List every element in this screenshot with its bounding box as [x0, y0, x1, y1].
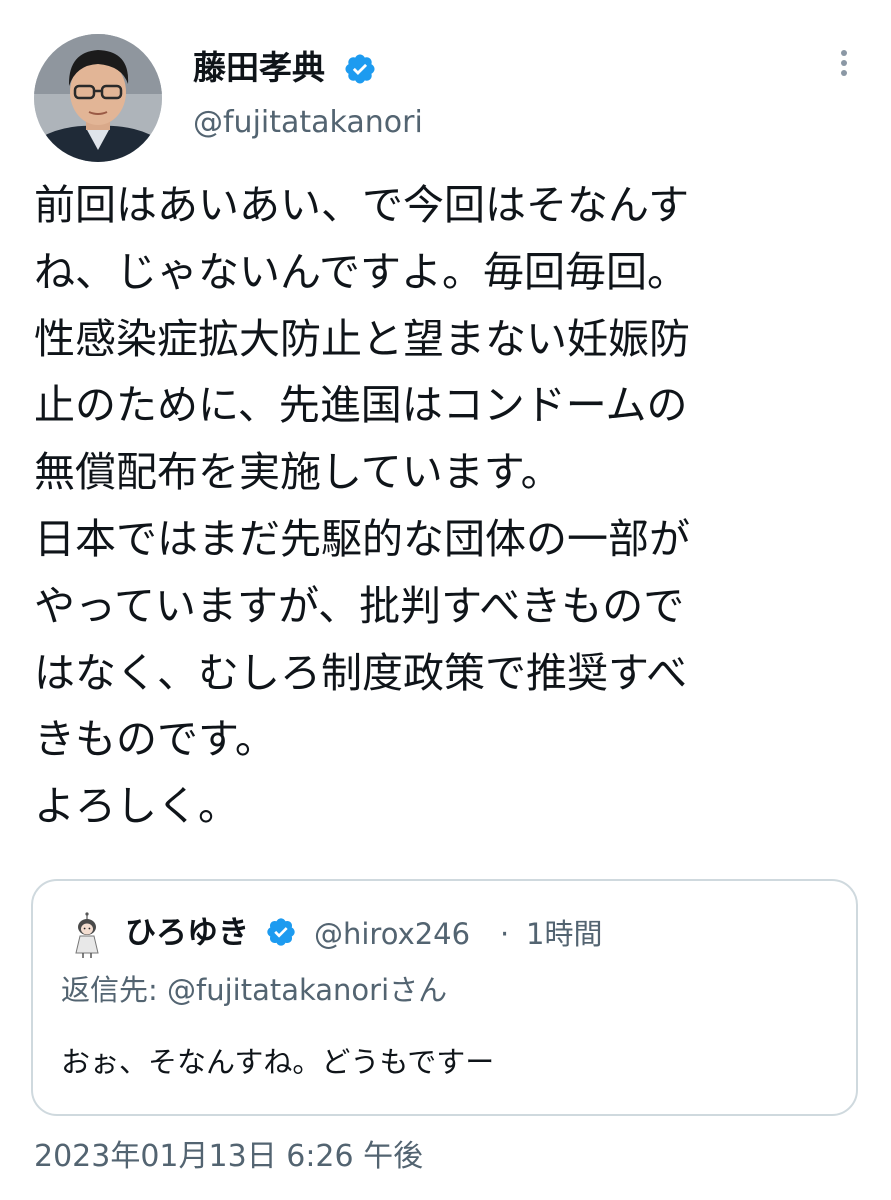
tweet-text: 前回はあいあい、で今回はそなんす ね、じゃないんですよ。毎回毎回。 性感染症拡大… [34, 172, 874, 840]
more-dot [841, 60, 847, 66]
tweet-text-line: 前回はあいあい、で今回はそなんす [34, 181, 690, 229]
tweet-text-line: 無償配布を実施しています。 [34, 448, 562, 497]
quoted-author-avatar[interactable] [69, 911, 105, 959]
tweet-text-line: よろしく。 [34, 782, 239, 831]
quoted-tweet-time[interactable]: 1時間 [526, 916, 602, 952]
tweet-text-line: はなく、むしろ制度政策で推奨すべ [34, 648, 688, 697]
tweet-text-line: 止のために、先進国はコンドームの [34, 381, 688, 430]
quoted-reply-to: 返信先: @fujitatakanoriさん [61, 973, 448, 1007]
quoted-author-handle[interactable]: @hirox246 [314, 916, 470, 952]
tweet-text-line: 日本ではまだ先駆的な団体の一部が [34, 514, 690, 563]
tweet-text-line: やっていますが、批判すべきもので [34, 581, 685, 630]
meta-separator: · [500, 917, 510, 951]
tweet-detail: 藤田孝典 @fujitatakanori 前回はあいあい、で今回はそなんす ね、… [0, 0, 891, 1200]
author-name[interactable]: 藤田孝典 [193, 48, 325, 88]
quoted-tweet-card[interactable]: ひろゆき @hirox246 · 1時間 返信先: @fujitatakanor… [31, 879, 858, 1116]
tweet-timestamp[interactable]: 2023年01月13日 6:26 午後 [34, 1137, 423, 1177]
tweet-text-line: ね、じゃないんですよ。毎回毎回。 [34, 247, 688, 296]
author-avatar[interactable] [34, 34, 162, 162]
quoted-tweet-text: おぉ、そなんすね。どうもですー [61, 1045, 495, 1079]
author-handle[interactable]: @fujitatakanori [193, 105, 423, 141]
author-avatar-image [34, 34, 162, 162]
more-dot [841, 70, 847, 76]
tweet-text-line: 性感染症拡大防止と望まない妊娠防 [34, 314, 690, 363]
tweet-text-line: きものです。 [34, 715, 276, 764]
more-options-icon[interactable] [832, 46, 856, 86]
verified-badge-icon [267, 918, 295, 946]
quoted-author-name[interactable]: ひろゆき [125, 914, 249, 952]
more-dot [841, 50, 847, 56]
verified-badge-icon [345, 54, 375, 84]
